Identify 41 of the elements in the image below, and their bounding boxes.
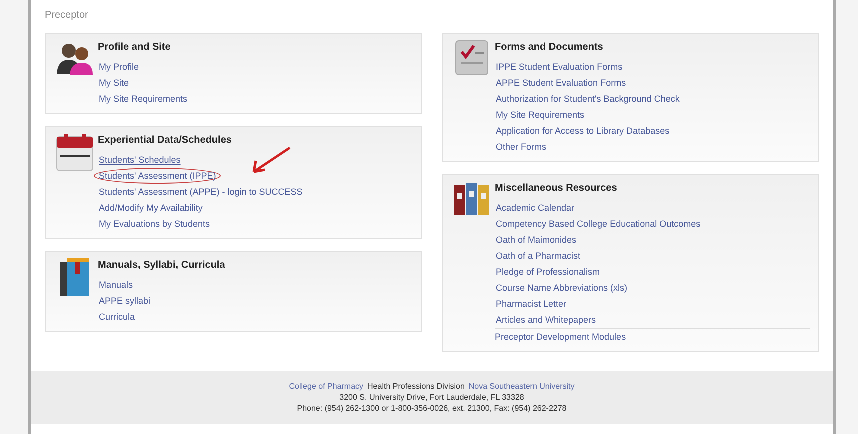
resource-link[interactable]: Students' Assessment (IPPE) xyxy=(94,168,222,184)
resource-link[interactable]: Manuals xyxy=(98,277,134,293)
division-name: Health Professions Division xyxy=(368,381,465,392)
resource-link[interactable]: Students' Assessment (APPE) - login to SUCCESS xyxy=(98,184,304,200)
resource-link[interactable]: Oath of a Pharmacist xyxy=(495,248,582,264)
section-heading: Forms and Documents xyxy=(495,41,604,55)
section-heading: Miscellaneous Resources xyxy=(495,182,618,196)
contact-text: Phone: (954) 262-1300 or 1-800-356-0026, ext. 21300, Fax: (954) 262-2278 xyxy=(297,403,567,414)
footer-link[interactable]: Nova Southeastern University xyxy=(468,381,575,392)
section-heading: Experiential Data/Schedules xyxy=(98,134,232,148)
resource-link[interactable]: Add/Modify My Availability xyxy=(98,200,204,216)
resource-link[interactable]: Competency Based College Educational Outcomes xyxy=(495,216,702,232)
resource-link[interactable]: Curricula xyxy=(98,309,136,325)
resource-link[interactable]: My Evaluations by Students xyxy=(98,216,212,232)
binders-icon xyxy=(453,181,491,217)
resource-link[interactable]: My Site Requirements xyxy=(98,91,189,107)
calendar-icon xyxy=(56,133,94,173)
resource-link[interactable]: IPPE Student Evaluation Forms xyxy=(495,59,624,75)
resource-link[interactable]: Students' Schedules xyxy=(98,152,182,168)
resource-link[interactable]: My Profile xyxy=(98,59,140,75)
resource-link[interactable]: My Site Requirements xyxy=(495,107,586,123)
resource-link[interactable]: Pharmacist Letter xyxy=(495,296,568,312)
section-heading: Manuals, Syllabi, Curricula xyxy=(98,259,226,273)
resource-link[interactable]: Oath of Maimonides xyxy=(495,232,578,248)
resource-link[interactable]: Pledge of Professionalism xyxy=(495,264,602,280)
address-text: 3200 S. University Drive, Fort Lauderdale, FL 33328 xyxy=(340,392,524,403)
resource-link[interactable]: APPE syllabi xyxy=(98,293,152,309)
resource-link[interactable]: Authorization for Student's Background Check xyxy=(495,91,681,107)
resource-link[interactable]: Preceptor Development Modules xyxy=(495,328,810,345)
footer-link[interactable]: College of Pharmacy xyxy=(289,381,364,392)
checklist-icon xyxy=(455,40,489,76)
resource-link[interactable]: Articles and Whitepapers xyxy=(495,312,598,328)
resource-link[interactable]: Course Name Abbreviations (xls) xyxy=(495,280,629,296)
resource-link[interactable]: My Site xyxy=(98,75,130,91)
section-heading: Profile and Site xyxy=(98,41,171,55)
resource-link[interactable]: Academic Calendar xyxy=(495,200,576,216)
resource-link[interactable]: Application for Access to Library Databases xyxy=(495,123,671,139)
resource-link[interactable]: Other Forms xyxy=(495,139,548,155)
book-icon xyxy=(59,258,91,298)
section-title: Preceptor xyxy=(44,9,90,23)
resource-link[interactable]: APPE Student Evaluation Forms xyxy=(495,75,628,91)
